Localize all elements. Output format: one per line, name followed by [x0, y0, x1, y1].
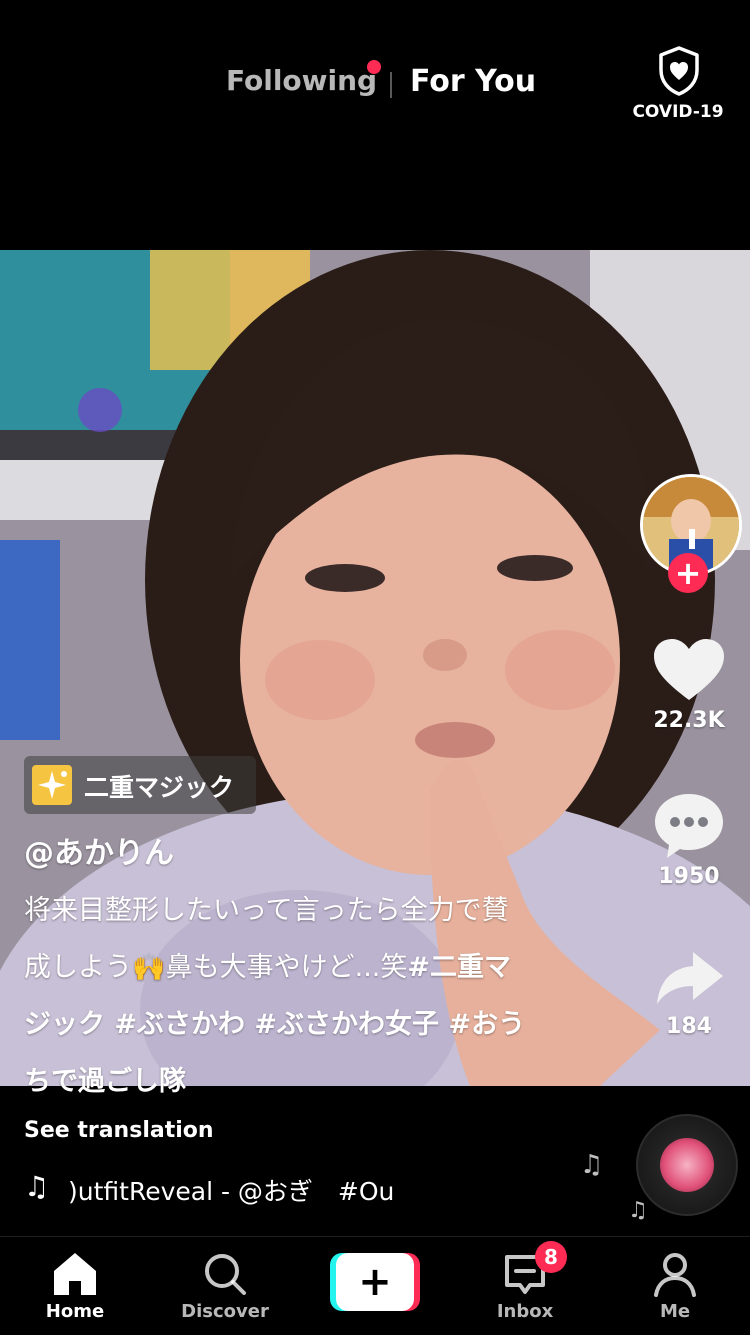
nav-discover[interactable]: Discover [165, 1249, 285, 1322]
nav-me[interactable]: Me [615, 1249, 735, 1322]
nav-home-label: Home [45, 1301, 105, 1322]
caption-line-2: 成しよう🙌鼻も大事やけど...笑#二重マ [24, 939, 584, 996]
music-disc-art [660, 1138, 714, 1192]
plus-icon: + [336, 1253, 414, 1311]
comment-button[interactable]: 1950 [644, 790, 734, 889]
effect-label: 二重マジック [84, 773, 235, 802]
see-translation-link[interactable]: See translation [24, 1118, 214, 1143]
share-button[interactable]: 184 [644, 946, 734, 1039]
effect-sparkle-icon [32, 765, 72, 805]
floating-note-icon: ♫ [580, 1150, 604, 1180]
nav-me-label: Me [659, 1301, 691, 1322]
nav-inbox-label: Inbox [496, 1301, 554, 1322]
tab-for-you[interactable]: For You [410, 64, 536, 99]
covid-label: COVID-19 [632, 102, 724, 122]
follow-plus-button[interactable]: + [668, 553, 708, 593]
hashtag-inline[interactable]: #二重マ [407, 952, 511, 983]
music-disc[interactable] [636, 1114, 738, 1216]
like-button[interactable]: 22.3K [644, 636, 734, 733]
heart-icon [654, 639, 724, 700]
music-note-icon: ♫ [24, 1170, 50, 1203]
tab-divider [390, 72, 392, 98]
caption-line-3[interactable]: ジック #ぶさかわ #ぶさかわ女子 #おう [24, 996, 584, 1053]
effect-chip[interactable]: 二重マジック [24, 756, 256, 814]
share-arrow-icon [657, 952, 723, 1004]
nav-discover-label: Discover [181, 1301, 269, 1322]
covid-19-button[interactable]: COVID-19 [628, 46, 728, 126]
create-button[interactable]: + [330, 1253, 420, 1311]
inbox-badge: 8 [535, 1241, 567, 1273]
profile-icon [654, 1253, 696, 1297]
home-icon [54, 1253, 96, 1295]
music-title: )utfitReveal - @おぎ #Ou [68, 1177, 395, 1206]
video-caption: 将来目整形したいって言ったら全力で賛 成しよう🙌鼻も大事やけど...笑#二重マ … [24, 882, 584, 1110]
nav-inbox[interactable]: 8 Inbox [465, 1241, 585, 1322]
shield-heart-icon [659, 46, 699, 96]
comment-bubble-icon [655, 794, 723, 858]
floating-note-icon-small: ♫ [628, 1198, 648, 1223]
search-icon [205, 1254, 246, 1295]
caption-line-1: 将来目整形したいって言ったら全力で賛 [24, 895, 509, 926]
following-new-dot [367, 60, 381, 74]
music-row[interactable]: ♫ )utfitReveal - @おぎ #Ou [24, 1170, 424, 1206]
bottom-nav: Home Discover + 8 Inbox Me [0, 1236, 750, 1335]
nav-home[interactable]: Home [15, 1249, 135, 1322]
caption-line-2-text: 成しよう🙌鼻も大事やけど...笑 [24, 952, 408, 983]
tiktok-feed-screen: Following For You COVID-19 + 22.3K 1950 … [0, 0, 750, 1335]
creator-username[interactable]: @あかりん [24, 828, 174, 872]
tab-following[interactable]: Following [226, 64, 377, 97]
comment-count: 1950 [658, 864, 720, 889]
like-count: 22.3K [653, 708, 725, 733]
share-count: 184 [666, 1014, 712, 1039]
caption-line-4[interactable]: ちで過ごし隊 [24, 1053, 584, 1110]
